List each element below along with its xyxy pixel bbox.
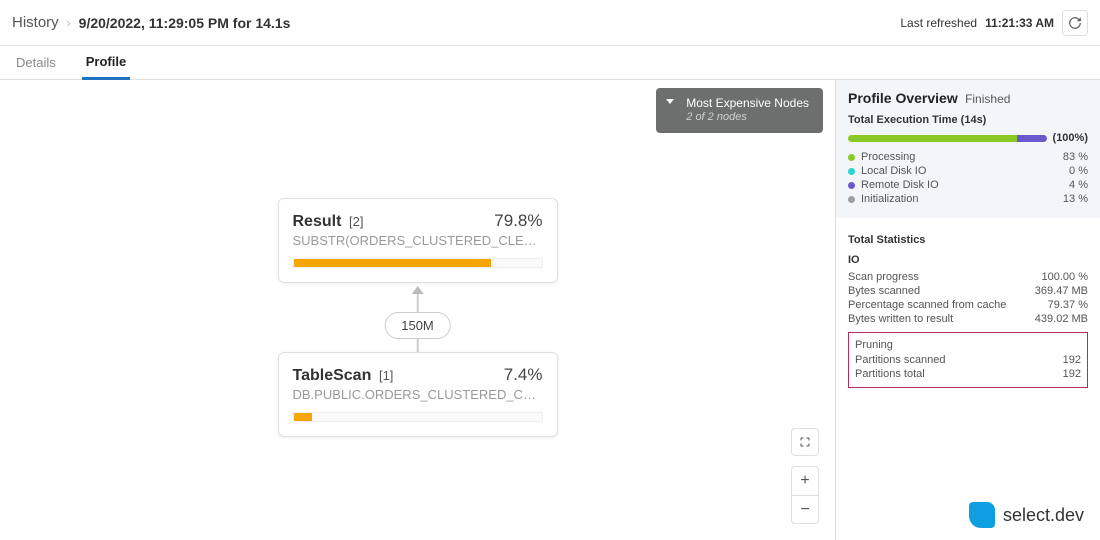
logo-text: select.dev (1003, 505, 1084, 526)
node-progress-bar (293, 412, 543, 422)
stat-row: Partitions total 192 (855, 367, 1081, 381)
pruning-title: Pruning (855, 339, 1081, 351)
profile-sidebar: Profile Overview Finished Total Executio… (835, 80, 1100, 540)
zoom-in-button[interactable]: + (792, 467, 818, 495)
legend-label: Initialization (861, 193, 918, 205)
stat-value: 369.47 MB (1035, 285, 1088, 297)
legend-dot-icon (848, 182, 855, 189)
legend-value: 83 % (1063, 151, 1088, 163)
stat-row: Partitions scanned 192 (855, 353, 1081, 367)
stats-title: Total Statistics (848, 234, 1088, 246)
history-link[interactable]: History (12, 14, 59, 31)
node-progress-bar (293, 258, 543, 268)
stat-row: Bytes scanned 369.47 MB (848, 284, 1088, 298)
stat-label: Percentage scanned from cache (848, 299, 1006, 311)
stat-label: Scan progress (848, 271, 919, 283)
execution-legend: Processing83 %Local Disk IO0 %Remote Dis… (848, 150, 1088, 206)
legend-label: Remote Disk IO (861, 179, 939, 191)
edge: 150M (384, 286, 451, 357)
node-index: [1] (379, 368, 393, 383)
node-detail: SUBSTR(ORDERS_CLUSTERED_CLERK_AU… (293, 233, 543, 248)
legend-row: Remote Disk IO 4 % (848, 178, 1088, 192)
legend-row: Local Disk IO 0 % (848, 164, 1088, 178)
legend-dot-icon (848, 154, 855, 161)
stat-row: Scan progress 100.00 % (848, 270, 1088, 284)
chevron-right-icon: › (67, 16, 71, 30)
node-index: [2] (349, 214, 363, 229)
overview-title: Profile Overview (848, 90, 958, 106)
stat-value: 100.00 % (1042, 271, 1088, 283)
refresh-icon (1068, 16, 1082, 30)
stat-row: Bytes written to result 439.02 MB (848, 312, 1088, 326)
legend-value: 0 % (1069, 165, 1088, 177)
execution-time-label: Total Execution Time (14s) (848, 114, 1088, 126)
refresh-button[interactable] (1062, 10, 1088, 36)
stat-row: Percentage scanned from cache 79.37 % (848, 298, 1088, 312)
chevron-down-icon (666, 99, 674, 104)
stat-value: 439.02 MB (1035, 313, 1088, 325)
node-percent: 7.4% (504, 365, 543, 385)
execution-total-pct: (100%) (1053, 132, 1088, 144)
node-name: TableScan (293, 367, 372, 384)
io-title: IO (848, 254, 1088, 266)
pruning-highlight: Pruning Partitions scanned192Partitions … (848, 332, 1088, 388)
tab-profile[interactable]: Profile (82, 46, 130, 80)
badge-title: Most Expensive Nodes (686, 96, 809, 111)
node-tablescan[interactable]: TableScan [1] 7.4% DB.PUBLIC.ORDERS_CLUS… (278, 352, 558, 437)
tab-bar: Details Profile (0, 46, 1100, 80)
legend-label: Local Disk IO (861, 165, 926, 177)
stat-value: 192 (1063, 354, 1081, 366)
most-expensive-badge[interactable]: Most Expensive Nodes 2 of 2 nodes (656, 88, 823, 133)
node-name: Result (293, 213, 342, 230)
logo-mark-icon (969, 502, 995, 528)
query-timestamp: 9/20/2022, 11:29:05 PM for 14.1s (79, 15, 291, 31)
stat-label: Partitions scanned (855, 354, 946, 366)
tab-details[interactable]: Details (12, 47, 60, 78)
zoom-controls: + − (791, 466, 819, 524)
expand-icon (799, 436, 811, 448)
legend-row: Processing 83 % (848, 150, 1088, 164)
node-detail: DB.PUBLIC.ORDERS_CLUSTERED_CLERK_A… (293, 387, 543, 402)
last-refreshed-time: 11:21:33 AM (985, 16, 1054, 30)
last-refreshed-label: Last refreshed (900, 16, 977, 30)
header-bar: History › 9/20/2022, 11:29:05 PM for 14.… (0, 0, 1100, 46)
stat-value: 192 (1063, 368, 1081, 380)
node-result[interactable]: Result [2] 79.8% SUBSTR(ORDERS_CLUSTERED… (278, 198, 558, 283)
badge-subtitle: 2 of 2 nodes (686, 111, 809, 125)
legend-row: Initialization 13 % (848, 192, 1088, 206)
legend-value: 4 % (1069, 179, 1088, 191)
legend-dot-icon (848, 196, 855, 203)
zoom-out-button[interactable]: − (792, 495, 818, 523)
stat-label: Partitions total (855, 368, 925, 380)
execution-time-bar (848, 135, 1047, 142)
node-percent: 79.8% (494, 211, 542, 231)
fullscreen-button[interactable] (791, 428, 819, 456)
stat-value: 79.37 % (1048, 299, 1088, 311)
stat-label: Bytes scanned (848, 285, 920, 297)
stat-label: Bytes written to result (848, 313, 953, 325)
legend-dot-icon (848, 168, 855, 175)
arrow-up-icon (412, 286, 424, 294)
profile-canvas[interactable]: Most Expensive Nodes 2 of 2 nodes Result… (0, 80, 835, 540)
legend-value: 13 % (1063, 193, 1088, 205)
edge-label: 150M (384, 312, 451, 339)
legend-label: Processing (861, 151, 915, 163)
overview-status: Finished (965, 92, 1010, 106)
brand-logo: select.dev (969, 502, 1084, 528)
